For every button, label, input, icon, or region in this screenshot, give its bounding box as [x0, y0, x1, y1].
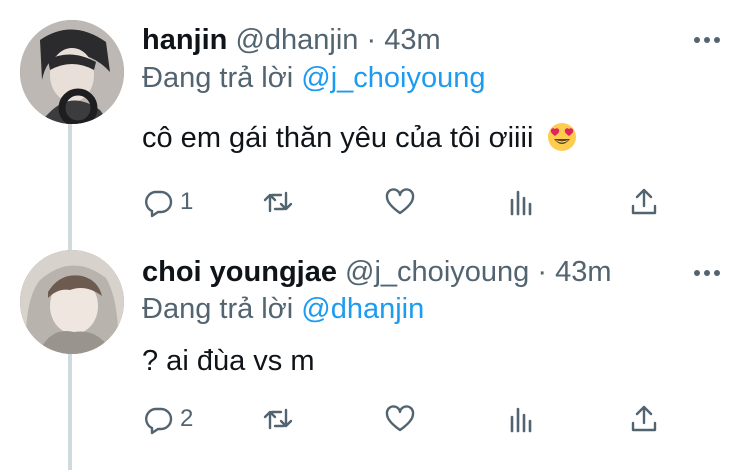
tweet-header: choi youngjae @j_choiyoung · 43m: [142, 254, 612, 290]
more-dot: [704, 37, 710, 43]
more-dot: [704, 270, 710, 276]
avatar[interactable]: [20, 20, 124, 124]
user-handle[interactable]: @j_choiyoung: [345, 256, 529, 288]
comment-bubble-icon: [145, 190, 173, 218]
replying-to-line: Đang trả lời @dhanjin: [142, 291, 424, 327]
replying-to-mention[interactable]: @j_choiyoung: [301, 62, 485, 94]
replying-to-mention[interactable]: @dhanjin: [301, 293, 424, 325]
tweet-text-content: cô em gái thăn yêu của tôi ơiiii: [142, 122, 534, 154]
tweet-hanjin[interactable]: hanjin @dhanjin · 43m Đang trả lời @j_ch…: [0, 0, 750, 236]
tweet-header: hanjin @dhanjin · 43m: [142, 22, 441, 58]
comment-bubble-icon: [145, 407, 173, 435]
like-button[interactable]: [384, 401, 416, 437]
more-dot: [694, 37, 700, 43]
replying-to-label: Đang trả lời: [142, 293, 302, 325]
avatar-photo: [20, 250, 124, 354]
views-button[interactable]: [506, 401, 538, 437]
avatar[interactable]: [20, 250, 124, 354]
separator-dot: ·: [537, 256, 548, 288]
avatar-photo: [20, 20, 124, 124]
tweet-text: ? ai đùa vs m: [142, 343, 314, 379]
more-dot: [714, 270, 720, 276]
retweet-button[interactable]: [262, 184, 294, 220]
retweet-arrows-icon: [263, 408, 293, 430]
views-button[interactable]: [506, 184, 538, 220]
share-button[interactable]: [628, 401, 660, 437]
more-dot: [714, 37, 720, 43]
display-name[interactable]: hanjin: [142, 24, 227, 56]
share-upload-icon: [631, 405, 657, 432]
tweet-choi-youngjae[interactable]: choi youngjae @j_choiyoung · 43m Đang tr…: [0, 236, 750, 470]
more-options-button[interactable]: [694, 260, 720, 286]
replying-to-label: Đang trả lời: [142, 62, 302, 94]
display-name[interactable]: choi youngjae: [142, 256, 337, 288]
heart-outline-icon: [385, 188, 415, 215]
reply-count: 1: [180, 188, 194, 215]
more-options-button[interactable]: [694, 27, 720, 53]
timestamp[interactable]: 43m: [555, 256, 611, 288]
more-dot: [694, 270, 700, 276]
reply-button[interactable]: 2: [142, 401, 193, 437]
tweet-text: cô em gái thăn yêu của tôi ơiiii: [142, 120, 577, 161]
tweet-text-content: ? ai đùa vs m: [142, 345, 315, 377]
heart-outline-icon: [385, 405, 415, 432]
bar-chart-icon: [510, 190, 532, 216]
replying-to-line: Đang trả lời @j_choiyoung: [142, 60, 485, 96]
share-button[interactable]: [628, 184, 660, 220]
tweet-actions: 1: [142, 184, 670, 220]
bar-chart-icon: [510, 407, 532, 433]
share-upload-icon: [631, 188, 657, 215]
reply-button[interactable]: 1: [142, 184, 193, 220]
heart-eyes-emoji-icon: [547, 122, 577, 161]
reply-count: 2: [180, 405, 194, 432]
timestamp[interactable]: 43m: [384, 24, 440, 56]
user-handle[interactable]: @dhanjin: [235, 24, 358, 56]
retweet-button[interactable]: [262, 401, 294, 437]
tweet-actions: 2: [142, 401, 670, 437]
like-button[interactable]: [384, 184, 416, 220]
separator-dot: ·: [366, 24, 377, 56]
retweet-arrows-icon: [263, 191, 293, 213]
